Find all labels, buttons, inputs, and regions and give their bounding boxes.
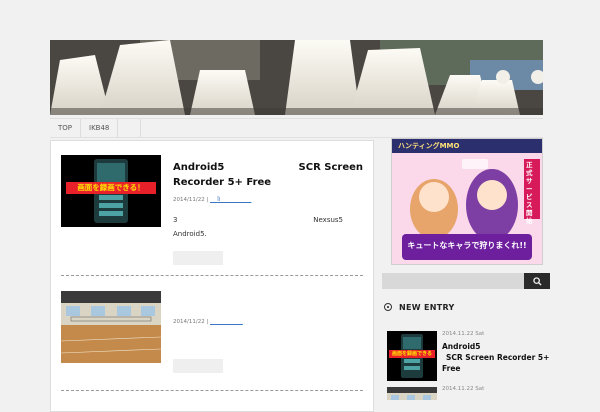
entry-date: 2014.11.22 Sat	[442, 386, 485, 392]
new-entry-heading-text: NEW ENTRY	[399, 302, 455, 312]
post-thumbnail[interactable]	[61, 291, 161, 363]
sidebar-search	[382, 273, 550, 289]
post-title-part: Recorder 5+ Free	[173, 177, 272, 188]
post-title-part: SCR Screen	[298, 162, 363, 173]
post-meta: 2014/11/22 | __ ____ __ __	[173, 319, 243, 325]
ad-top-label: ハンティングMMO	[398, 142, 460, 150]
post-meta: 2014/11/22 | __ l̄l__ ____ ____	[173, 197, 252, 203]
post-list-card: 画面を録画できる！ Android5 SCR Screen Recorder 5…	[50, 140, 374, 412]
post-tag-links[interactable]: __ l̄l__ ____ ____	[210, 197, 251, 203]
post-excerpt: 3 Nexsus5 Android5.	[173, 213, 343, 241]
entry-title-part: Free	[442, 364, 461, 373]
post-item: 画面を録画できる！ Android5 SCR Screen Recorder 5…	[61, 155, 363, 275]
excerpt-text: Android5.	[173, 230, 207, 238]
entry-title-part: Android5	[442, 342, 481, 351]
circle-marker-icon	[384, 303, 392, 311]
nav-item-ikb48[interactable]: IKB48	[81, 119, 119, 137]
post-date: 2014/11/22	[173, 319, 205, 325]
gymnasium-photo	[61, 291, 161, 363]
read-more-button[interactable]	[173, 359, 223, 373]
excerpt-text: 3	[173, 216, 178, 224]
read-more-button[interactable]	[173, 251, 223, 265]
post-thumbnail[interactable]: 画面を録画できる！	[61, 155, 161, 227]
post-title[interactable]: Android5 SCR Screen Recorder 5+ Free	[173, 160, 363, 190]
nav-item-top[interactable]: TOP	[50, 119, 82, 137]
ad-side-label: 正式サービス開始	[526, 161, 533, 225]
post-divider	[61, 390, 363, 391]
post-tag-links[interactable]: __ ____ __ __	[210, 319, 243, 325]
search-button[interactable]	[524, 273, 550, 289]
magnifier-icon	[532, 276, 542, 286]
post-divider	[61, 275, 363, 276]
ad-bottom-label: キュートなキャラで狩りまくれ!!	[407, 241, 527, 250]
entry-title-part: SCR Screen Recorder 5+	[446, 353, 550, 362]
post-title-part: Android5	[173, 162, 225, 173]
post-item: 2014/11/22 | __ ____ __ __	[61, 291, 361, 381]
new-entry-heading: NEW ENTRY	[384, 301, 455, 313]
gymnasium-photo	[387, 387, 437, 400]
shuttlecock-illustration	[50, 40, 543, 115]
header-banner-image[interactable]	[50, 40, 543, 115]
new-entry-item[interactable]: 画面を録画できる 2014.11.22 Sat Android5 SCR Scr…	[387, 331, 552, 383]
entry-title[interactable]: Android5 SCR Screen Recorder 5+ Free	[442, 341, 552, 374]
entry-thumbnail[interactable]	[387, 386, 437, 400]
excerpt-text: Nexsus5	[313, 216, 343, 224]
sidebar-ad-banner[interactable]: ハンティングMMO 正式サービス開始 キュートなキャラで狩りまくれ!!	[391, 138, 543, 265]
thumbnail-caption: 画面を録画できる！	[66, 182, 156, 194]
new-entry-item[interactable]: 2014.11.22 Sat	[387, 386, 552, 400]
search-input[interactable]	[382, 273, 524, 289]
entry-thumbnail[interactable]: 画面を録画できる	[387, 331, 437, 381]
thumbnail-caption: 画面を録画できる	[389, 350, 435, 358]
nav-item-empty[interactable]	[118, 119, 142, 137]
entry-date: 2014.11.22 Sat	[442, 331, 485, 337]
main-nav: TOP IKB48	[50, 118, 543, 138]
post-date: 2014/11/22	[173, 197, 205, 203]
